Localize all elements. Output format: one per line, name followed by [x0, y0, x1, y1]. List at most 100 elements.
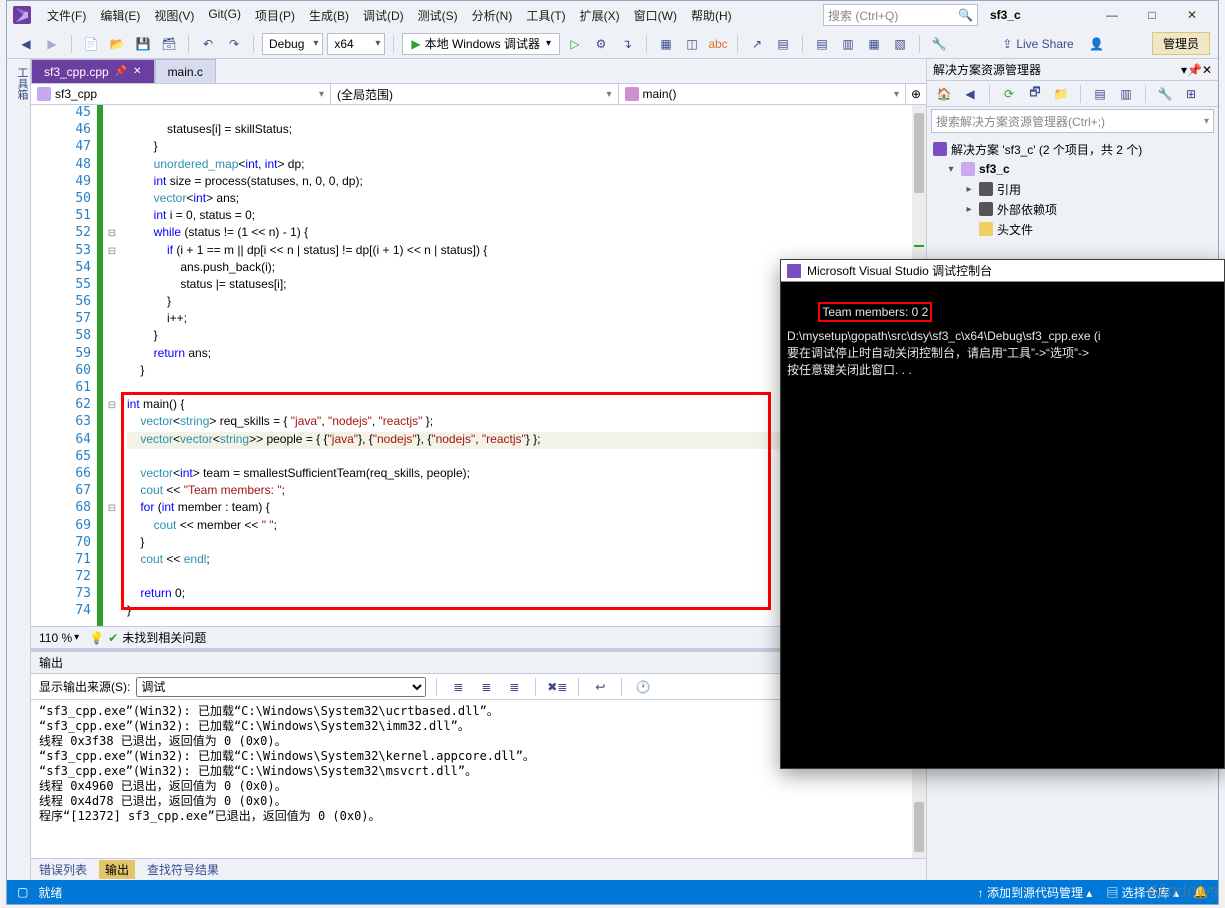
scope-combo[interactable]: sf3_cpp [31, 84, 331, 104]
sol-show-all-icon[interactable]: 📁 [1050, 83, 1072, 105]
output-source-select[interactable]: 调试 [136, 677, 426, 697]
menu-item[interactable]: 工具(T) [520, 3, 571, 28]
start-debug-button[interactable]: ▶ 本地 Windows 调试器 ▾ [402, 33, 560, 55]
tool-b7[interactable]: ▥ [837, 33, 859, 55]
lightbulb-icon: 💡 [89, 631, 104, 645]
title-bar: 文件(F)编辑(E)视图(V)Git(G)项目(P)生成(B)调试(D)测试(S… [7, 1, 1218, 29]
save-all-button[interactable]: 🗃 [158, 33, 180, 55]
tree-external[interactable]: ▸外部依赖项 [933, 199, 1212, 219]
redo-button[interactable]: ↷ [223, 33, 245, 55]
tool-b8[interactable]: ▦ [863, 33, 885, 55]
bottom-tab-output[interactable]: 输出 [99, 860, 135, 879]
tree-project[interactable]: ▾sf3_c [933, 159, 1212, 179]
step-button[interactable]: ↴ [616, 33, 638, 55]
stop-button[interactable]: ⚙ [590, 33, 612, 55]
out-clear-button[interactable]: ✖≣ [546, 676, 568, 698]
sol-back-icon[interactable]: ◀ [959, 83, 981, 105]
menu-item[interactable]: 编辑(E) [94, 3, 146, 28]
tree-refs[interactable]: ▸引用 [933, 179, 1212, 199]
project-icon [37, 87, 51, 101]
tool-b1[interactable]: ▦ [655, 33, 677, 55]
undo-button[interactable]: ↶ [197, 33, 219, 55]
solution-icon [933, 142, 947, 156]
menu-item[interactable]: Git(G) [202, 3, 247, 28]
minimize-button[interactable]: — [1092, 4, 1132, 26]
external-icon [979, 202, 993, 216]
no-issues-indicator[interactable]: 💡✔未找到相关问题 [89, 629, 206, 646]
maximize-button[interactable]: □ [1132, 4, 1172, 26]
tree-root[interactable]: 解决方案 'sf3_c' (2 个项目，共 2 个) [933, 139, 1212, 159]
forward-button[interactable]: ▶ [41, 33, 63, 55]
solution-name: sf3_c [984, 6, 1084, 24]
sol-t1[interactable]: ▤ [1089, 83, 1111, 105]
out-clock-button[interactable]: 🕐 [632, 676, 654, 698]
add-source-control[interactable]: ↑ 添加到源代码管理 ▴ [978, 884, 1093, 901]
out-btn1[interactable]: ≣ [447, 676, 469, 698]
search-box[interactable]: 搜索 (Ctrl+Q) 🔍 [823, 4, 978, 26]
folder-icon [979, 222, 993, 236]
tool-b2[interactable]: ◫ [681, 33, 703, 55]
solution-search[interactable]: 搜索解决方案资源管理器(Ctrl+;) ▾ [931, 109, 1214, 133]
menu-item[interactable]: 测试(S) [412, 3, 464, 28]
tool-b6[interactable]: ▤ [811, 33, 833, 55]
save-button[interactable]: 💾 [132, 33, 154, 55]
out-wrap-button[interactable]: ↩ [589, 676, 611, 698]
panel-close-icon[interactable]: ✕ [1202, 63, 1212, 77]
function-combo[interactable]: main() [619, 84, 907, 104]
menu-item[interactable]: 文件(F) [41, 3, 92, 28]
close-tab-icon[interactable]: ✕ [133, 66, 141, 77]
bottom-tab-errors[interactable]: 错误列表 [39, 861, 87, 878]
open-button[interactable]: 📂 [106, 33, 128, 55]
menu-item[interactable]: 窗口(W) [628, 3, 683, 28]
start-nodebug-button[interactable]: ▷ [564, 33, 586, 55]
tool-b5[interactable]: ▤ [772, 33, 794, 55]
menu-item[interactable]: 分析(N) [466, 3, 519, 28]
config-combo[interactable]: Debug [262, 33, 323, 55]
out-btn3[interactable]: ≣ [503, 676, 525, 698]
tool-b10[interactable]: 🔧 [928, 33, 950, 55]
chevron-down-icon: ▾ [1204, 116, 1209, 127]
menu-item[interactable]: 视图(V) [148, 3, 200, 28]
console-title-bar[interactable]: Microsoft Visual Studio 调试控制台 [781, 260, 1224, 282]
tree-headers[interactable]: 头文件 [933, 219, 1212, 239]
console-body[interactable]: Team members: 0 2 D:\mysetup\gopath\src\… [781, 282, 1224, 768]
sol-t3[interactable]: ⊞ [1180, 83, 1202, 105]
namespace-combo[interactable]: (全局范围) [331, 84, 619, 104]
menu-item[interactable]: 扩展(X) [574, 3, 626, 28]
sol-home-icon[interactable]: 🏠 [933, 83, 955, 105]
close-button[interactable]: ✕ [1172, 4, 1212, 26]
tab-inactive[interactable]: main.c [155, 59, 216, 83]
bottom-tab-symbols[interactable]: 查找符号结果 [147, 861, 219, 878]
sol-props-icon[interactable]: 🔧 [1154, 83, 1176, 105]
live-share-button[interactable]: ⇪ Live Share [994, 37, 1081, 51]
live-share-icon: ⇪ [1002, 37, 1012, 51]
status-box-icon: ▢ [17, 885, 28, 899]
new-button[interactable]: 📄 [80, 33, 102, 55]
out-btn2[interactable]: ≣ [475, 676, 497, 698]
main-menu: 文件(F)编辑(E)视图(V)Git(G)项目(P)生成(B)调试(D)测试(S… [41, 3, 738, 28]
feedback-button[interactable]: 👤 [1086, 33, 1108, 55]
sol-sync-icon[interactable]: 🗗 [1024, 83, 1046, 105]
sol-refresh-icon[interactable]: ⟳ [998, 83, 1020, 105]
tool-b3[interactable]: abc [707, 33, 729, 55]
tab-active[interactable]: sf3_cpp.cpp 📌 ✕ [31, 59, 155, 83]
platform-combo[interactable]: x64 [327, 33, 385, 55]
main-toolbar: ◀ ▶ 📄 📂 💾 🗃 ↶ ↷ Debug x64 ▶ 本地 Windows 调… [7, 29, 1218, 59]
menu-item[interactable]: 调试(D) [357, 3, 410, 28]
split-button[interactable]: ⊕ [906, 84, 926, 104]
tool-b4[interactable]: ↗ [746, 33, 768, 55]
sol-t2[interactable]: ▥ [1115, 83, 1137, 105]
left-tool-tab[interactable]: 工具箱 [7, 59, 31, 880]
menu-item[interactable]: 帮助(H) [685, 3, 738, 28]
method-icon [625, 87, 639, 101]
menu-item[interactable]: 生成(B) [303, 3, 355, 28]
pin-icon[interactable]: 📌 [115, 66, 127, 77]
line-number-gutter: 4546474849505152535455565758596061626364… [31, 105, 103, 626]
zoom-combo[interactable]: 110 %▾ [39, 631, 79, 645]
panel-pin-icon[interactable]: 📌 [1187, 63, 1202, 77]
back-button[interactable]: ◀ [15, 33, 37, 55]
tool-b9[interactable]: ▧ [889, 33, 911, 55]
menu-item[interactable]: 项目(P) [249, 3, 301, 28]
scrollbar-thumb[interactable] [914, 113, 924, 193]
solution-toolbar: 🏠 ◀ ⟳ 🗗 📁 ▤ ▥ 🔧 ⊞ [927, 81, 1218, 107]
